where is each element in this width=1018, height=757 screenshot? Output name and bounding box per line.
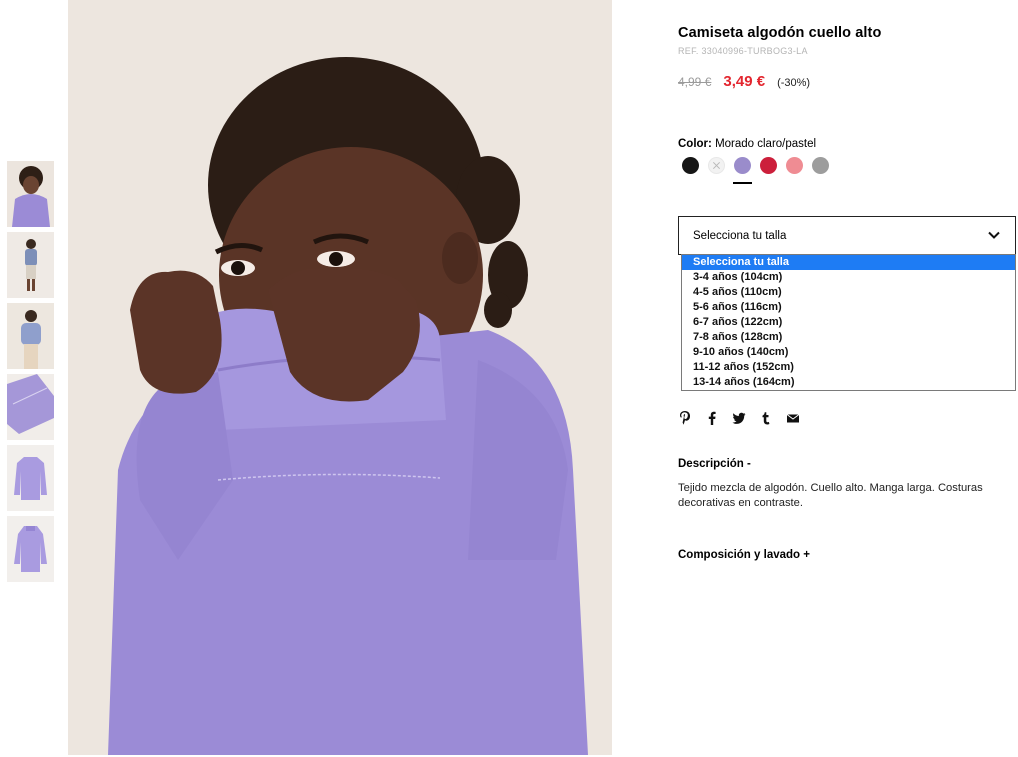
size-option[interactable]: 7-8 años (128cm): [682, 330, 1015, 345]
facebook-icon[interactable]: [705, 410, 719, 426]
color-swatch-grey[interactable]: [812, 157, 829, 174]
email-icon[interactable]: [786, 410, 800, 426]
color-swatch-pink[interactable]: [786, 157, 803, 174]
thumbnail-5[interactable]: [7, 445, 54, 511]
size-option[interactable]: 11-12 años (152cm): [682, 360, 1015, 375]
color-label-title: Color:: [678, 138, 712, 150]
color-label: Color: Morado claro/pastel: [678, 138, 816, 150]
thumbnail-gallery: [7, 161, 54, 587]
product-reference: REF. 33040996-TURBOG3-LA: [678, 46, 808, 56]
thumbnail-6[interactable]: [7, 516, 54, 582]
chevron-down-icon: [988, 231, 1000, 239]
size-option[interactable]: 5-6 años (116cm): [682, 300, 1015, 315]
product-page: Camiseta algodón cuello alto REF. 330409…: [0, 0, 1018, 757]
thumbnail-1[interactable]: [7, 161, 54, 227]
size-option[interactable]: 3-4 años (104cm): [682, 270, 1015, 285]
size-select-label: Selecciona tu talla: [693, 229, 787, 242]
tumblr-icon[interactable]: [759, 410, 773, 426]
color-swatches: [682, 157, 838, 184]
share-bar: [678, 410, 813, 426]
color-swatch-black[interactable]: [682, 157, 699, 174]
size-select[interactable]: Selecciona tu talla: [678, 216, 1016, 255]
thumbnail-3[interactable]: [7, 303, 54, 369]
size-option[interactable]: 4-5 años (110cm): [682, 285, 1015, 300]
size-option[interactable]: 13-14 años (164cm): [682, 375, 1015, 390]
size-option[interactable]: 6-7 años (122cm): [682, 315, 1015, 330]
sale-price: 3,49 €: [723, 73, 766, 90]
size-option[interactable]: 9-10 años (140cm): [682, 345, 1015, 360]
thumbnail-2[interactable]: [7, 232, 54, 298]
composition-toggle[interactable]: Composición y lavado +: [678, 549, 810, 561]
size-dropdown-list: Selecciona tu talla 3-4 años (104cm) 4-5 a…: [681, 254, 1016, 391]
product-title: Camiseta algodón cuello alto: [678, 25, 882, 41]
description-text: Tejido mezcla de algodón. Cuello alto. M…: [678, 482, 983, 509]
color-value: Morado claro/pastel: [715, 138, 817, 150]
size-option[interactable]: Selecciona tu talla: [682, 255, 1015, 270]
pinterest-icon[interactable]: [678, 410, 692, 426]
twitter-icon[interactable]: [732, 410, 746, 426]
product-main-image: [68, 0, 612, 755]
color-swatch-red[interactable]: [760, 157, 777, 174]
original-price: 4,99 €: [678, 75, 712, 89]
thumbnail-4[interactable]: [7, 374, 54, 440]
discount-badge: (-30%): [777, 77, 811, 89]
color-swatch-lilac[interactable]: [733, 157, 752, 184]
description-toggle[interactable]: Descripción -: [678, 458, 751, 470]
color-swatch-unavailable[interactable]: [708, 157, 725, 174]
price-block: 4,99 € 3,49 € (-30%): [678, 73, 810, 90]
